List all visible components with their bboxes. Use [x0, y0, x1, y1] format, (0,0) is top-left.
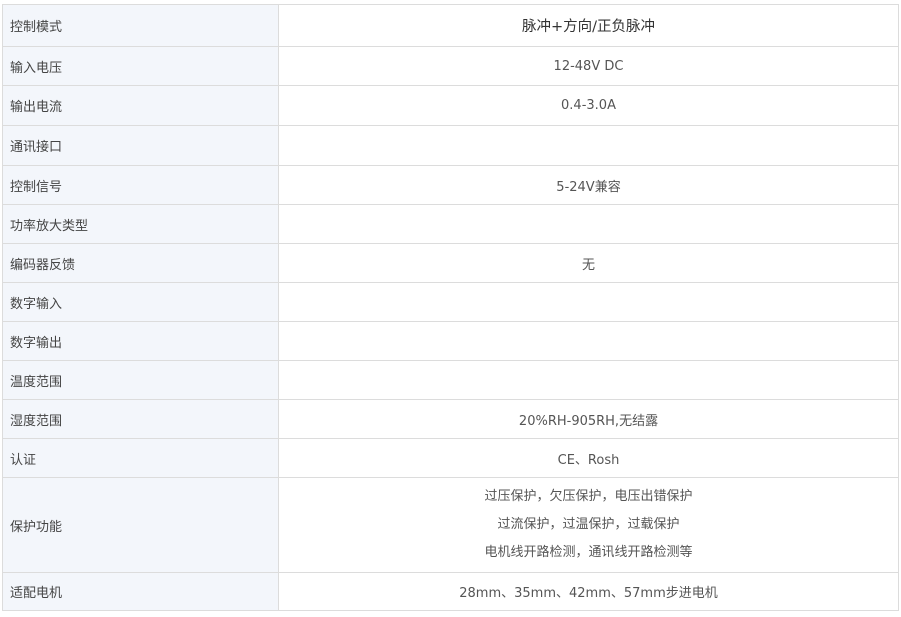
spec-value: 28mm、35mm、42mm、57mm步进电机: [278, 572, 899, 611]
spec-label: 输出电流: [2, 85, 279, 126]
spec-row-amplifier-type: 功率放大类型: [2, 204, 899, 244]
spec-value: 0.4-3.0A: [278, 85, 899, 126]
spec-label: 控制信号: [2, 165, 279, 205]
spec-row-digital-input: 数字输入: [2, 282, 899, 322]
spec-label: 湿度范围: [2, 399, 279, 439]
spec-value: 20%RH-905RH,无结露: [278, 399, 899, 439]
spec-row-compatible-motor: 适配电机 28mm、35mm、42mm、57mm步进电机: [2, 572, 899, 611]
spec-value: [278, 125, 899, 166]
spec-value: [278, 360, 899, 400]
spec-label: 通讯接口: [2, 125, 279, 166]
spec-value: [278, 321, 899, 361]
spec-value: 5-24V兼容: [278, 165, 899, 205]
protection-line: 过流保护，过温保护，过载保护: [497, 517, 680, 532]
spec-row-digital-output: 数字输出: [2, 321, 899, 361]
spec-label: 输入电压: [2, 46, 279, 86]
protection-line: 电机线开路检测，通讯线开路检测等: [484, 545, 693, 560]
spec-row-control-mode: 控制模式 脉冲+方向/正负脉冲: [2, 4, 899, 47]
spec-table: 控制模式 脉冲+方向/正负脉冲 输入电压 12-48V DC 输出电流 0.4-…: [2, 4, 899, 611]
spec-row-output-current: 输出电流 0.4-3.0A: [2, 85, 899, 126]
spec-row-temperature-range: 温度范围: [2, 360, 899, 400]
spec-label: 适配电机: [2, 572, 279, 611]
spec-row-certification: 认证 CE、Rosh: [2, 438, 899, 478]
spec-value: 12-48V DC: [278, 46, 899, 86]
spec-row-encoder-feedback: 编码器反馈 无: [2, 243, 899, 283]
spec-label: 数字输出: [2, 321, 279, 361]
spec-value-multiline: 过压保护，欠压保护，电压出错保护 过流保护，过温保护，过载保护 电机线开路检测，…: [278, 477, 899, 573]
spec-value: 脉冲+方向/正负脉冲: [278, 4, 899, 47]
spec-value: [278, 204, 899, 244]
spec-label: 数字输入: [2, 282, 279, 322]
spec-label: 控制模式: [2, 4, 279, 47]
spec-label: 编码器反馈: [2, 243, 279, 283]
spec-label: 保护功能: [2, 477, 279, 573]
spec-row-control-signal: 控制信号 5-24V兼容: [2, 165, 899, 205]
spec-row-input-voltage: 输入电压 12-48V DC: [2, 46, 899, 86]
spec-row-protection: 保护功能 过压保护，欠压保护，电压出错保护 过流保护，过温保护，过载保护 电机线…: [2, 477, 899, 573]
spec-row-comm-interface: 通讯接口: [2, 125, 899, 166]
spec-label: 温度范围: [2, 360, 279, 400]
protection-line: 过压保护，欠压保护，电压出错保护: [484, 489, 693, 504]
spec-label: 功率放大类型: [2, 204, 279, 244]
spec-value: [278, 282, 899, 322]
spec-label: 认证: [2, 438, 279, 478]
spec-value: CE、Rosh: [278, 438, 899, 478]
spec-value: 无: [278, 243, 899, 283]
spec-row-humidity-range: 湿度范围 20%RH-905RH,无结露: [2, 399, 899, 439]
